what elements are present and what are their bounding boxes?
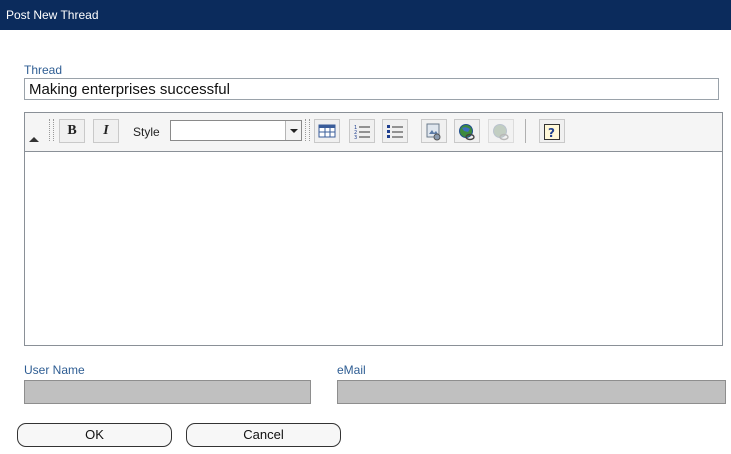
email-label: eMail	[337, 363, 366, 377]
insert-image-icon	[426, 123, 441, 141]
svg-text:3: 3	[354, 135, 357, 139]
toolbar-collapse-icon[interactable]	[29, 137, 39, 142]
bullet-list-icon	[387, 125, 403, 138]
help-icon: ?	[544, 124, 560, 140]
bold-button[interactable]: B	[59, 119, 85, 143]
unlink-icon	[493, 124, 509, 141]
editor-toolbar: B I Style 1 2 3 ?	[25, 113, 722, 152]
thread-input[interactable]	[24, 78, 719, 100]
unlink-button[interactable]	[488, 119, 514, 143]
numbered-list-icon: 1 2 3	[354, 125, 370, 141]
bullet-list-button[interactable]	[382, 119, 408, 143]
insert-link-icon	[459, 124, 475, 141]
table-icon	[318, 124, 336, 138]
toolbar-separator	[525, 119, 526, 143]
svg-text:?: ?	[548, 126, 555, 140]
italic-button[interactable]: I	[93, 119, 119, 143]
editor-content-area[interactable]	[25, 152, 722, 345]
numbered-list-button[interactable]: 1 2 3	[349, 119, 375, 143]
window-title: Post New Thread	[6, 8, 99, 22]
thread-label: Thread	[24, 63, 63, 77]
chevron-down-icon[interactable]	[285, 121, 301, 140]
toolbar-grip-2[interactable]	[305, 119, 310, 141]
email-field[interactable]	[337, 380, 726, 404]
user-name-field[interactable]	[24, 380, 311, 404]
insert-image-button[interactable]	[421, 119, 447, 143]
style-dropdown[interactable]	[170, 120, 302, 141]
window-title-bar: Post New Thread	[0, 0, 731, 30]
style-label: Style	[133, 125, 160, 139]
toolbar-grip[interactable]	[49, 119, 54, 141]
help-button[interactable]: ?	[539, 119, 565, 143]
ok-button[interactable]: OK	[17, 423, 172, 447]
insert-link-button[interactable]	[454, 119, 480, 143]
insert-table-button[interactable]	[314, 119, 340, 143]
user-name-label: User Name	[24, 363, 85, 377]
rich-text-editor: B I Style 1 2 3 ?	[24, 112, 723, 346]
cancel-button[interactable]: Cancel	[186, 423, 341, 447]
